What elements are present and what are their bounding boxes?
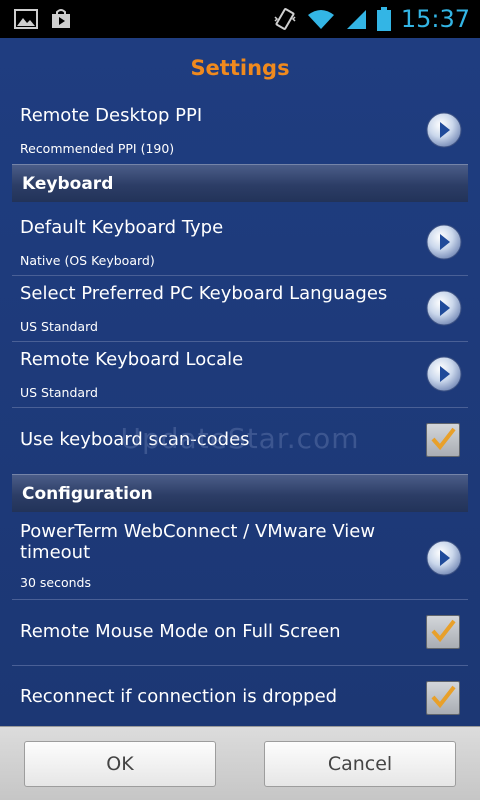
setting-remote-desktop-ppi[interactable]: Remote Desktop PPI Recommended PPI (190) [0,94,480,164]
watermark: UpdateStar.com [120,422,360,455]
setting-title: Remote Desktop PPI [20,105,203,126]
setting-title-line1: PowerTerm WebConnect / VMware View [20,521,376,542]
chevron-right-icon[interactable] [426,356,462,392]
setting-subtitle: US Standard [20,385,98,400]
setting-title-line2: timeout [20,542,91,563]
section-header-keyboard: Keyboard [12,164,468,202]
signal-icon [345,8,367,30]
cancel-button[interactable]: Cancel [264,741,456,787]
checkmark-icon [431,619,456,643]
setting-reconnect-dropped[interactable]: Reconnect if connection is dropped [0,666,480,726]
wifi-icon [307,8,335,30]
section-header-configuration: Configuration [12,474,468,512]
setting-subtitle: Native (OS Keyboard) [20,253,155,268]
setting-preferred-keyboard-languages[interactable]: Select Preferred PC Keyboard Languages U… [0,276,480,342]
clock-time: 15:37 [400,5,470,33]
setting-powerterm-timeout[interactable]: PowerTerm WebConnect / VMware View timeo… [0,516,480,600]
settings-panel: Settings Remote Desktop PPI Recommended … [0,38,480,726]
setting-title: Select Preferred PC Keyboard Languages [20,283,388,304]
store-bag-icon [50,8,72,30]
image-icon [14,9,38,29]
setting-subtitle: US Standard [20,319,98,334]
setting-subtitle: Recommended PPI (190) [20,141,175,156]
chevron-right-icon[interactable] [426,112,462,148]
reconnect-checkbox[interactable] [426,681,460,715]
remote-mouse-mode-checkbox[interactable] [426,615,460,649]
chevron-right-icon[interactable] [426,224,462,260]
status-bar: 15:37 [0,0,480,38]
setting-remote-keyboard-locale[interactable]: Remote Keyboard Locale US Standard [0,342,480,408]
setting-title: Remote Mouse Mode on Full Screen [20,621,341,642]
section-title: Keyboard [22,174,114,194]
setting-title: Remote Keyboard Locale [20,349,244,370]
battery-icon [376,7,391,31]
chevron-right-icon[interactable] [426,540,462,576]
setting-subtitle: 30 seconds [20,575,91,590]
ok-button[interactable]: OK [24,741,216,787]
setting-title: Default Keyboard Type [20,217,224,238]
setting-title: Reconnect if connection is dropped [20,686,338,707]
section-title: Configuration [22,484,153,504]
checkmark-icon [431,685,456,709]
setting-remote-mouse-mode[interactable]: Remote Mouse Mode on Full Screen [0,600,480,666]
chevron-right-icon[interactable] [426,290,462,326]
vibrate-icon [273,7,297,31]
dialog-button-bar: OK Cancel [0,726,480,800]
page-title: Settings [190,56,290,80]
setting-default-keyboard-type[interactable]: Default Keyboard Type Native (OS Keyboar… [0,206,480,276]
